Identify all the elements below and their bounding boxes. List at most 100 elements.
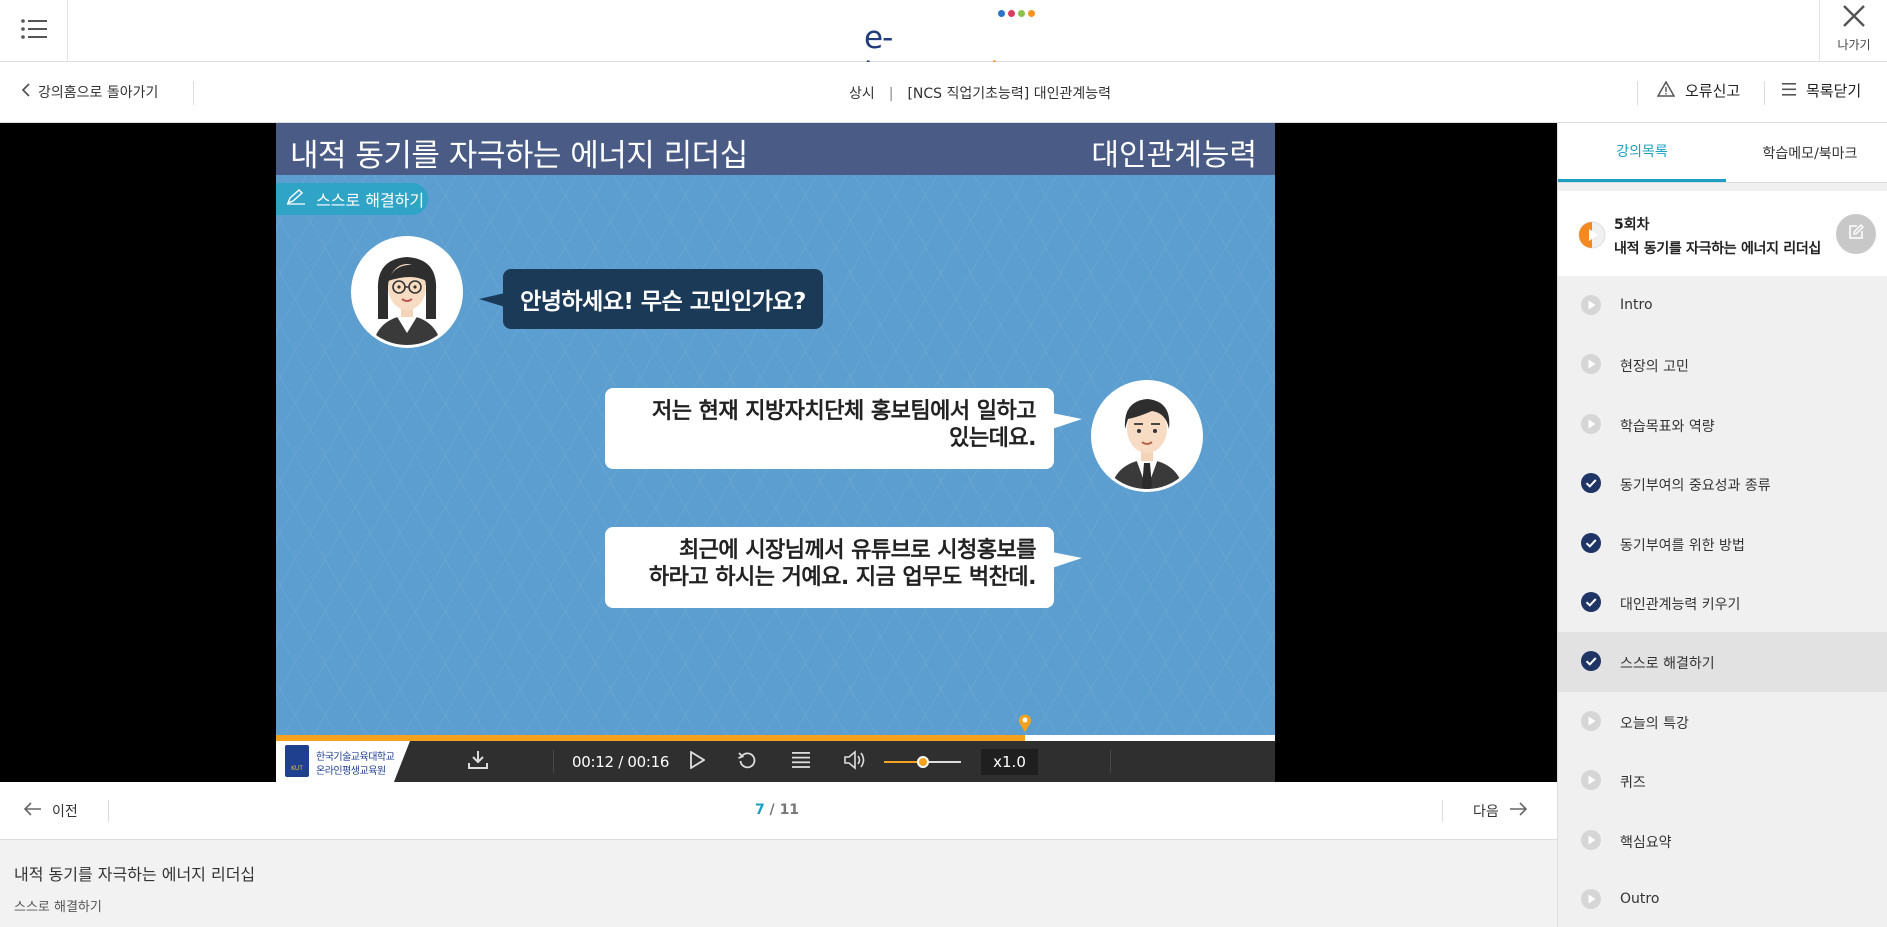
volume-slider[interactable] bbox=[884, 756, 961, 768]
slide-title: 내적 동기를 자극하는 에너지 리더십 bbox=[290, 138, 748, 174]
arrow-left-icon bbox=[23, 802, 42, 820]
bubble-line: 최근에 시장님께서 유튜브로 시청홍보를 bbox=[678, 538, 1037, 563]
university-logo: 한국기술교육대학교 온라인평생교육원 bbox=[276, 741, 410, 782]
sub-bar: 강의홈으로 돌아가기 상시 | [NCS 직업기초능력] 대인관계능력 오류신고 목… bbox=[0, 62, 1887, 123]
report-error-button[interactable]: 오류신고 bbox=[1656, 79, 1741, 101]
list-icon bbox=[792, 751, 810, 772]
exit-label: 나가기 bbox=[1837, 38, 1871, 52]
current-chapter: 5회차 내적 동기를 자극하는 에너지 리더십 bbox=[1558, 191, 1887, 276]
sidebar-tabs: 강의목록 학습메모/북마크 bbox=[1558, 123, 1887, 183]
memo-button[interactable] bbox=[1836, 214, 1876, 254]
lesson-item-label: 학습목표와 역량 bbox=[1620, 418, 1715, 435]
divider bbox=[1442, 800, 1443, 822]
play-circle-icon bbox=[1580, 353, 1602, 375]
chapter-list-button[interactable] bbox=[786, 741, 816, 782]
warning-icon bbox=[1656, 79, 1676, 101]
logo-dot bbox=[1008, 10, 1015, 17]
check-circle-icon bbox=[1580, 532, 1602, 554]
lesson-info-panel: 내적 동기를 자극하는 에너지 리더십 스스로 해결하기 bbox=[0, 840, 1557, 927]
divider bbox=[1764, 81, 1765, 105]
speech-bubble-counselor: 안녕하세요! 무슨 고민인가요? bbox=[479, 269, 823, 329]
e-koreatech-logo[interactable]: e-koreatech bbox=[864, 8, 1035, 92]
lesson-item-label: 현장의 고민 bbox=[1620, 359, 1689, 376]
download-icon bbox=[467, 750, 489, 774]
sidebar: 강의목록 학습메모/북마크 5회차 내적 동기를 자극하는 에너지 리더십 In… bbox=[1557, 123, 1887, 927]
sidebar-lesson-item[interactable]: 대인관계능력 키우기 bbox=[1558, 573, 1887, 632]
divider bbox=[1110, 750, 1111, 773]
play-circle-icon bbox=[1580, 294, 1602, 316]
sidebar-lesson-item[interactable]: 퀴즈 bbox=[1558, 751, 1887, 810]
current-page: 7 bbox=[754, 802, 765, 818]
sidebar-lesson-item[interactable]: 오늘의 특강 bbox=[1558, 692, 1887, 751]
page-indicator: 7 / 11 bbox=[740, 802, 814, 818]
lesson-item-label: 스스로 해결하기 bbox=[1620, 656, 1715, 673]
sidebar-lesson-item[interactable]: Intro bbox=[1558, 276, 1887, 335]
prev-button[interactable]: 이전 bbox=[23, 801, 78, 821]
course-title: 상시 | [NCS 직업기초능력] 대인관계능력 bbox=[700, 83, 1260, 103]
exit-button[interactable]: 나가기 bbox=[1819, 0, 1887, 62]
lesson-item-label: 동기부여를 위한 방법 bbox=[1620, 537, 1745, 554]
next-button[interactable]: 다음 bbox=[1473, 801, 1527, 821]
slide-header: 내적 동기를 자극하는 에너지 리더십 대인관계능력 bbox=[276, 123, 1275, 175]
sidebar-lesson-item[interactable]: 현장의 고민 bbox=[1558, 335, 1887, 394]
play-circle-icon bbox=[1580, 413, 1602, 435]
tab-memo-bookmark[interactable]: 학습메모/북마크 bbox=[1726, 123, 1887, 182]
course-name: [NCS 직업기초능력] 대인관계능력 bbox=[907, 86, 1111, 102]
slide-subject: 대인관계능력 bbox=[1091, 138, 1257, 173]
arrow-right-icon bbox=[1509, 802, 1527, 820]
play-circle-icon bbox=[1580, 829, 1602, 851]
sidebar-lesson-item[interactable]: 스스로 해결하기 bbox=[1558, 632, 1887, 692]
replay-button[interactable] bbox=[732, 741, 762, 782]
play-circle-icon bbox=[1580, 769, 1602, 791]
total-pages: 11 bbox=[779, 802, 800, 818]
sidebar-lesson-item[interactable]: 핵심요약 bbox=[1558, 811, 1887, 870]
speech-bubble-client-1: 저는 현재 지방자치단체 홍보팀에서 일하고 있는데요. bbox=[605, 388, 1082, 469]
logo-dot bbox=[998, 10, 1005, 17]
prev-label: 이전 bbox=[52, 804, 78, 820]
check-circle-icon bbox=[1580, 472, 1602, 494]
check-circle-icon bbox=[1580, 650, 1602, 672]
play-circle-icon bbox=[1580, 710, 1602, 732]
report-error-label: 오류신고 bbox=[1685, 82, 1741, 100]
progress-play-icon bbox=[1578, 221, 1606, 249]
sidebar-lesson-item[interactable]: 동기부여의 중요성과 종류 bbox=[1558, 454, 1887, 513]
back-link-label: 강의홈으로 돌아가기 bbox=[38, 85, 159, 101]
sidebar-lesson-item[interactable]: 동기부여를 위한 방법 bbox=[1558, 514, 1887, 573]
download-button[interactable] bbox=[463, 741, 493, 782]
sidebar-lesson-item[interactable]: Outro bbox=[1558, 870, 1887, 927]
logo-dots bbox=[998, 10, 1035, 17]
bubble-line: 저는 현재 지방자치단체 홍보팀에서 일하고 bbox=[652, 399, 1036, 424]
sidebar-lesson-item[interactable]: 학습목표와 역량 bbox=[1558, 395, 1887, 454]
list-icon bbox=[1782, 82, 1796, 100]
tab-lecture-list[interactable]: 강의목록 bbox=[1558, 123, 1726, 182]
logo-dot bbox=[1018, 10, 1025, 17]
volume-button[interactable] bbox=[840, 741, 870, 782]
top-bar: e-koreatech 나가기 bbox=[0, 0, 1887, 92]
player-controls: 한국기술교육대학교 온라인평생교육원 00:12 / 00:16 bbox=[276, 741, 1275, 782]
menu-button[interactable] bbox=[0, 0, 68, 62]
volume-icon bbox=[843, 749, 867, 774]
play-circle-icon bbox=[1580, 888, 1602, 910]
lesson-item-label: 퀴즈 bbox=[1620, 775, 1646, 792]
playback-speed-button[interactable]: x1.0 bbox=[981, 749, 1038, 775]
progress-marker-icon[interactable] bbox=[1018, 713, 1032, 733]
man-avatar bbox=[1090, 379, 1204, 497]
chapter-title: 내적 동기를 자극하는 에너지 리더십 bbox=[1614, 241, 1821, 257]
volume-knob[interactable] bbox=[916, 756, 929, 768]
university-emblem-icon bbox=[285, 745, 309, 777]
play-button[interactable] bbox=[682, 741, 712, 782]
back-to-course-home-link[interactable]: 강의홈으로 돌아가기 bbox=[21, 82, 159, 102]
speech-bubble-client-2: 최근에 시장님께서 유튜브로 시청홍보를 하라고 하시는 거예요. 지금 업무도… bbox=[605, 527, 1082, 608]
lecture-slide: 내적 동기를 자극하는 에너지 리더십 대인관계능력 스스로 해결하기 안녕하세… bbox=[276, 123, 1275, 782]
close-icon bbox=[1842, 4, 1866, 32]
hamburger-menu-icon bbox=[20, 19, 47, 43]
video-player[interactable]: 내적 동기를 자극하는 에너지 리더십 대인관계능력 스스로 해결하기 안녕하세… bbox=[0, 123, 1557, 782]
page-navigation: 이전 7 / 11 다음 bbox=[0, 782, 1557, 840]
slide-body: 스스로 해결하기 안녕하세요! 무슨 고민인가요? 저는 현재 지방자치단체 홍… bbox=[276, 175, 1275, 735]
section-tag: 스스로 해결하기 bbox=[276, 183, 428, 215]
bubble-line: 하라고 하시는 거예요. 지금 업무도 벅찬데. bbox=[648, 565, 1037, 590]
page-separator: / bbox=[764, 802, 780, 818]
lesson-title: 내적 동기를 자극하는 에너지 리더십 bbox=[14, 865, 256, 884]
lesson-item-label: Intro bbox=[1620, 297, 1653, 313]
close-list-button[interactable]: 목록닫기 bbox=[1782, 80, 1861, 101]
